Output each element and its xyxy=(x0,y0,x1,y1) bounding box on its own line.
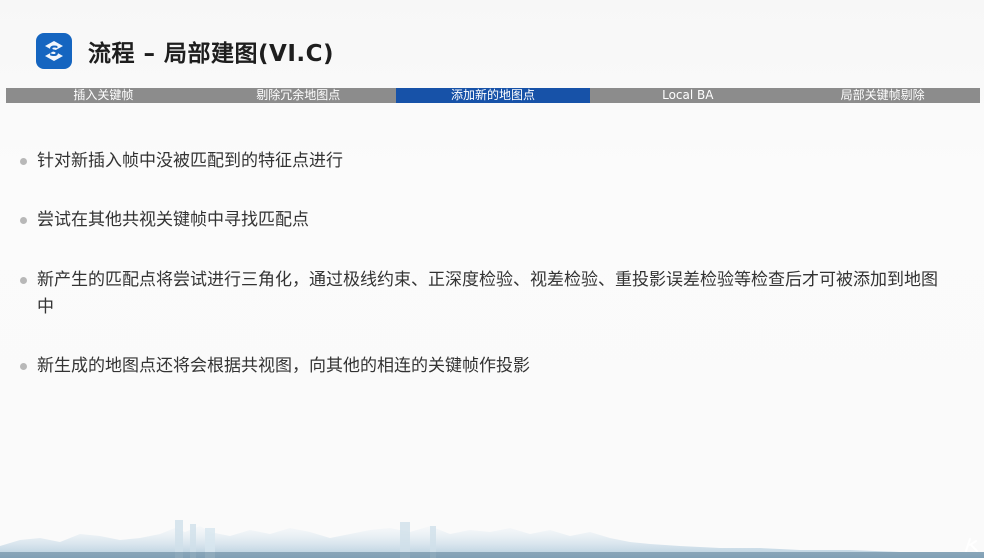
nav-item-local-ba[interactable]: Local BA xyxy=(590,88,785,103)
bullet-item: 针对新插入帧中没被匹配到的特征点进行 xyxy=(20,148,940,175)
bullet-text: 尝试在其他共视关键帧中寻找匹配点 xyxy=(37,210,309,230)
nav-item-insert-keyframe[interactable]: 插入关键帧 xyxy=(6,88,201,103)
slide: S 流程 – 局部建图(VI.C) 插入关键帧 剔除冗余地图点 添加新的地图点 … xyxy=(0,0,984,558)
nav-item-cull-keyframes[interactable]: 局部关键帧剔除 xyxy=(785,88,980,103)
section-nav: 插入关键帧 剔除冗余地图点 添加新的地图点 Local BA 局部关键帧剔除 xyxy=(6,88,980,103)
slide-header: S 流程 – 局部建图(VI.C) xyxy=(0,0,984,88)
bullet-dot-icon xyxy=(20,277,27,284)
nav-item-cull-map-points[interactable]: 剔除冗余地图点 xyxy=(201,88,396,103)
page-title: 流程 – 局部建图(VI.C) xyxy=(88,41,335,67)
bullet-dot-icon xyxy=(20,158,27,165)
bullet-dot-icon xyxy=(20,217,27,224)
bullet-text: 针对新插入帧中没被匹配到的特征点进行 xyxy=(37,151,343,171)
nav-item-add-map-points[interactable]: 添加新的地图点 xyxy=(395,88,591,103)
bullet-item: 尝试在其他共视关键帧中寻找匹配点 xyxy=(20,207,940,234)
s-logo-icon: S xyxy=(36,33,72,69)
svg-text:S: S xyxy=(49,44,59,60)
city-skyline-decoration xyxy=(0,520,984,558)
bullet-text: 新生成的地图点还将会根据共视图，向其他的相连的关键帧作投影 xyxy=(37,356,530,376)
bullet-item: 新产生的匹配点将尝试进行三角化，通过极线约束、正深度检验、视差检验、重投影误差检… xyxy=(20,267,940,321)
bullet-dot-icon xyxy=(20,363,27,370)
bullet-text: 新产生的匹配点将尝试进行三角化，通过极线约束、正深度检验、视差检验、重投影误差检… xyxy=(37,270,938,317)
watermark-icon xyxy=(965,538,978,552)
bullet-item: 新生成的地图点还将会根据共视图，向其他的相连的关键帧作投影 xyxy=(20,353,940,380)
